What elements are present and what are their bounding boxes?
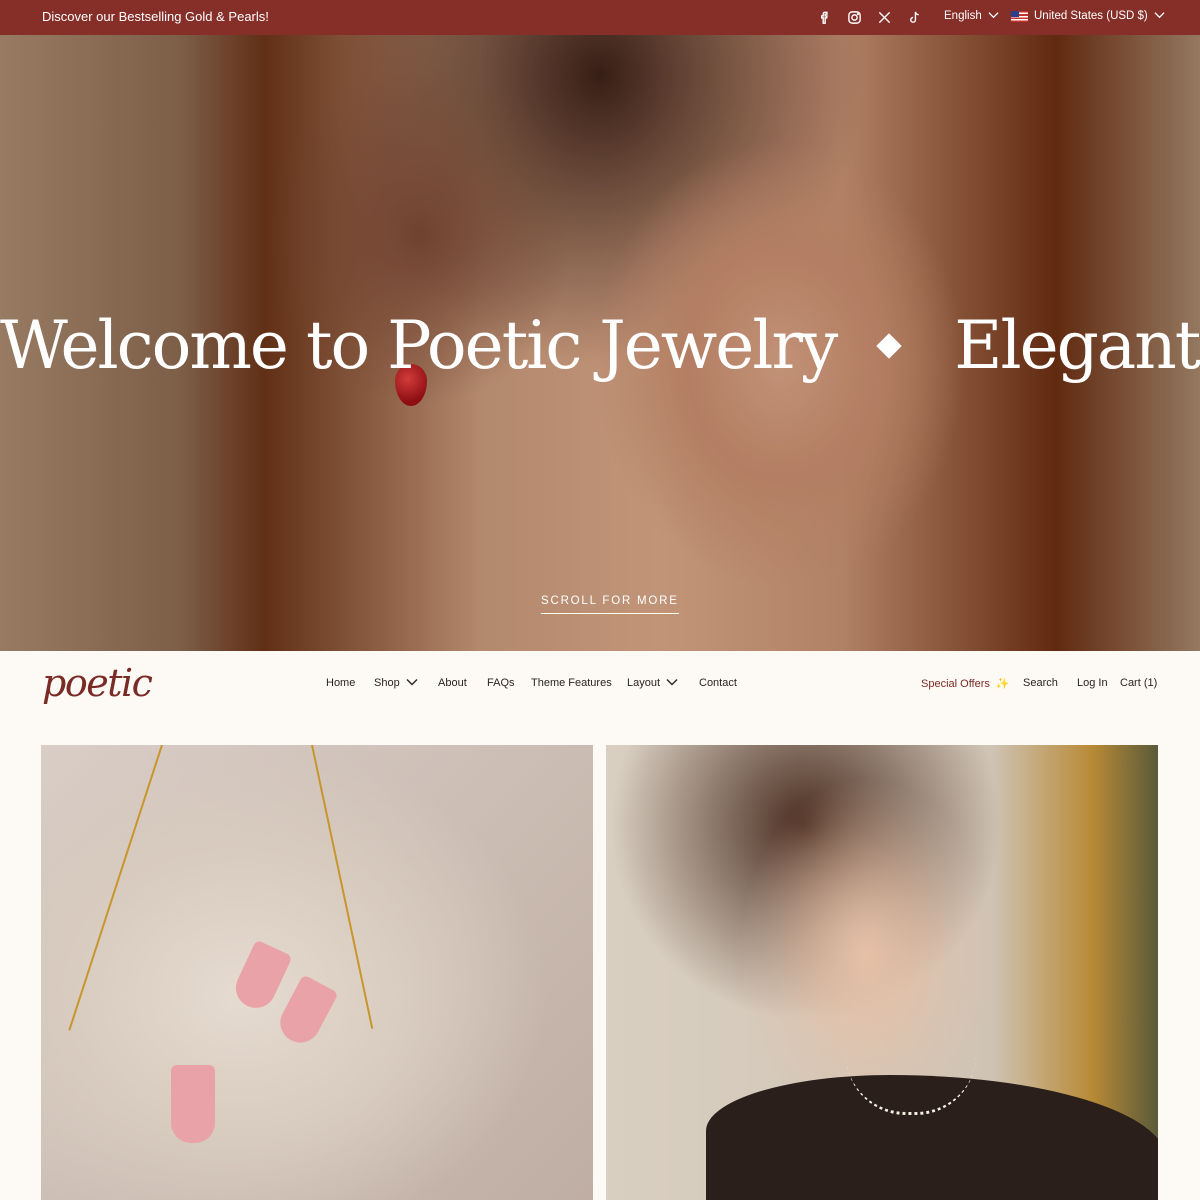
announcement-text[interactable]: Discover our Bestselling Gold & Pearls! [42, 9, 269, 24]
nav-label: Contact [699, 677, 737, 689]
site-logo[interactable]: poetic [42, 661, 153, 705]
nav-label: About [438, 677, 467, 689]
cart-link[interactable]: Cart (1) [1120, 677, 1157, 689]
chevron-down-icon [666, 677, 678, 689]
hero-marquee: Welcome to Poetic Jewelry Elegant and Ti… [0, 307, 1200, 384]
diamond-icon [876, 332, 903, 359]
cart-label: Cart (1) [1120, 677, 1158, 689]
x-icon[interactable] [876, 9, 892, 25]
hero-marquee-text: Welcome to Poetic Jewelry [0, 307, 838, 384]
site-header: poetic Home Shop About FAQs Theme Featur… [0, 651, 1200, 745]
nav-label: Layout [627, 677, 661, 689]
country-selector[interactable]: United States (USD $) [1011, 10, 1165, 22]
nav-label: FAQs [487, 677, 515, 689]
special-offers-label: Special Offers [921, 677, 990, 690]
language-selector[interactable]: English [944, 10, 999, 22]
facebook-icon[interactable] [816, 9, 832, 25]
nav-home[interactable]: Home [326, 677, 355, 689]
tiktok-icon[interactable] [906, 9, 922, 25]
earring-image [229, 939, 293, 1015]
hero-marquee-text: Elegant and Tin [954, 307, 1200, 384]
instagram-icon[interactable] [846, 9, 862, 25]
nav-contact[interactable]: Contact [699, 677, 737, 689]
nav-layout[interactable]: Layout [627, 677, 678, 689]
language-label: English [944, 10, 982, 22]
jewelry-tile-pearl-model[interactable] [606, 745, 1158, 1200]
nav-about[interactable]: About [438, 677, 467, 689]
jewelry-tile-pink-set[interactable] [41, 745, 593, 1200]
country-label: United States (USD $) [1034, 10, 1148, 22]
pendant-image [171, 1065, 215, 1143]
scroll-for-more-link[interactable]: SCROLL FOR MORE [541, 595, 679, 614]
announcement-bar: Discover our Bestselling Gold & Pearls! … [0, 0, 1200, 35]
us-flag-icon [1011, 10, 1028, 22]
earring-image [273, 974, 339, 1050]
chevron-down-icon [1154, 10, 1165, 22]
login-link[interactable]: Log In [1077, 677, 1108, 689]
nav-shop[interactable]: Shop [374, 677, 418, 689]
chevron-down-icon [988, 10, 999, 22]
nav-faqs[interactable]: FAQs [487, 677, 515, 689]
chevron-down-icon [406, 677, 418, 689]
nav-label: Home [326, 677, 356, 689]
nav-theme-features[interactable]: Theme Features [531, 677, 612, 689]
hero-banner: Welcome to Poetic Jewelry Elegant and Ti… [0, 35, 1200, 651]
nav-label: Shop [374, 677, 400, 689]
search-label: Search [1023, 677, 1058, 689]
necklace-chain-image [68, 745, 163, 1031]
sparkle-icon: ✨ [995, 678, 1010, 690]
special-offers-link[interactable]: Special Offers ✨ [921, 677, 1010, 691]
search-link[interactable]: Search [1023, 677, 1058, 689]
login-label: Log In [1077, 677, 1108, 689]
nav-label: Theme Features [531, 677, 612, 689]
